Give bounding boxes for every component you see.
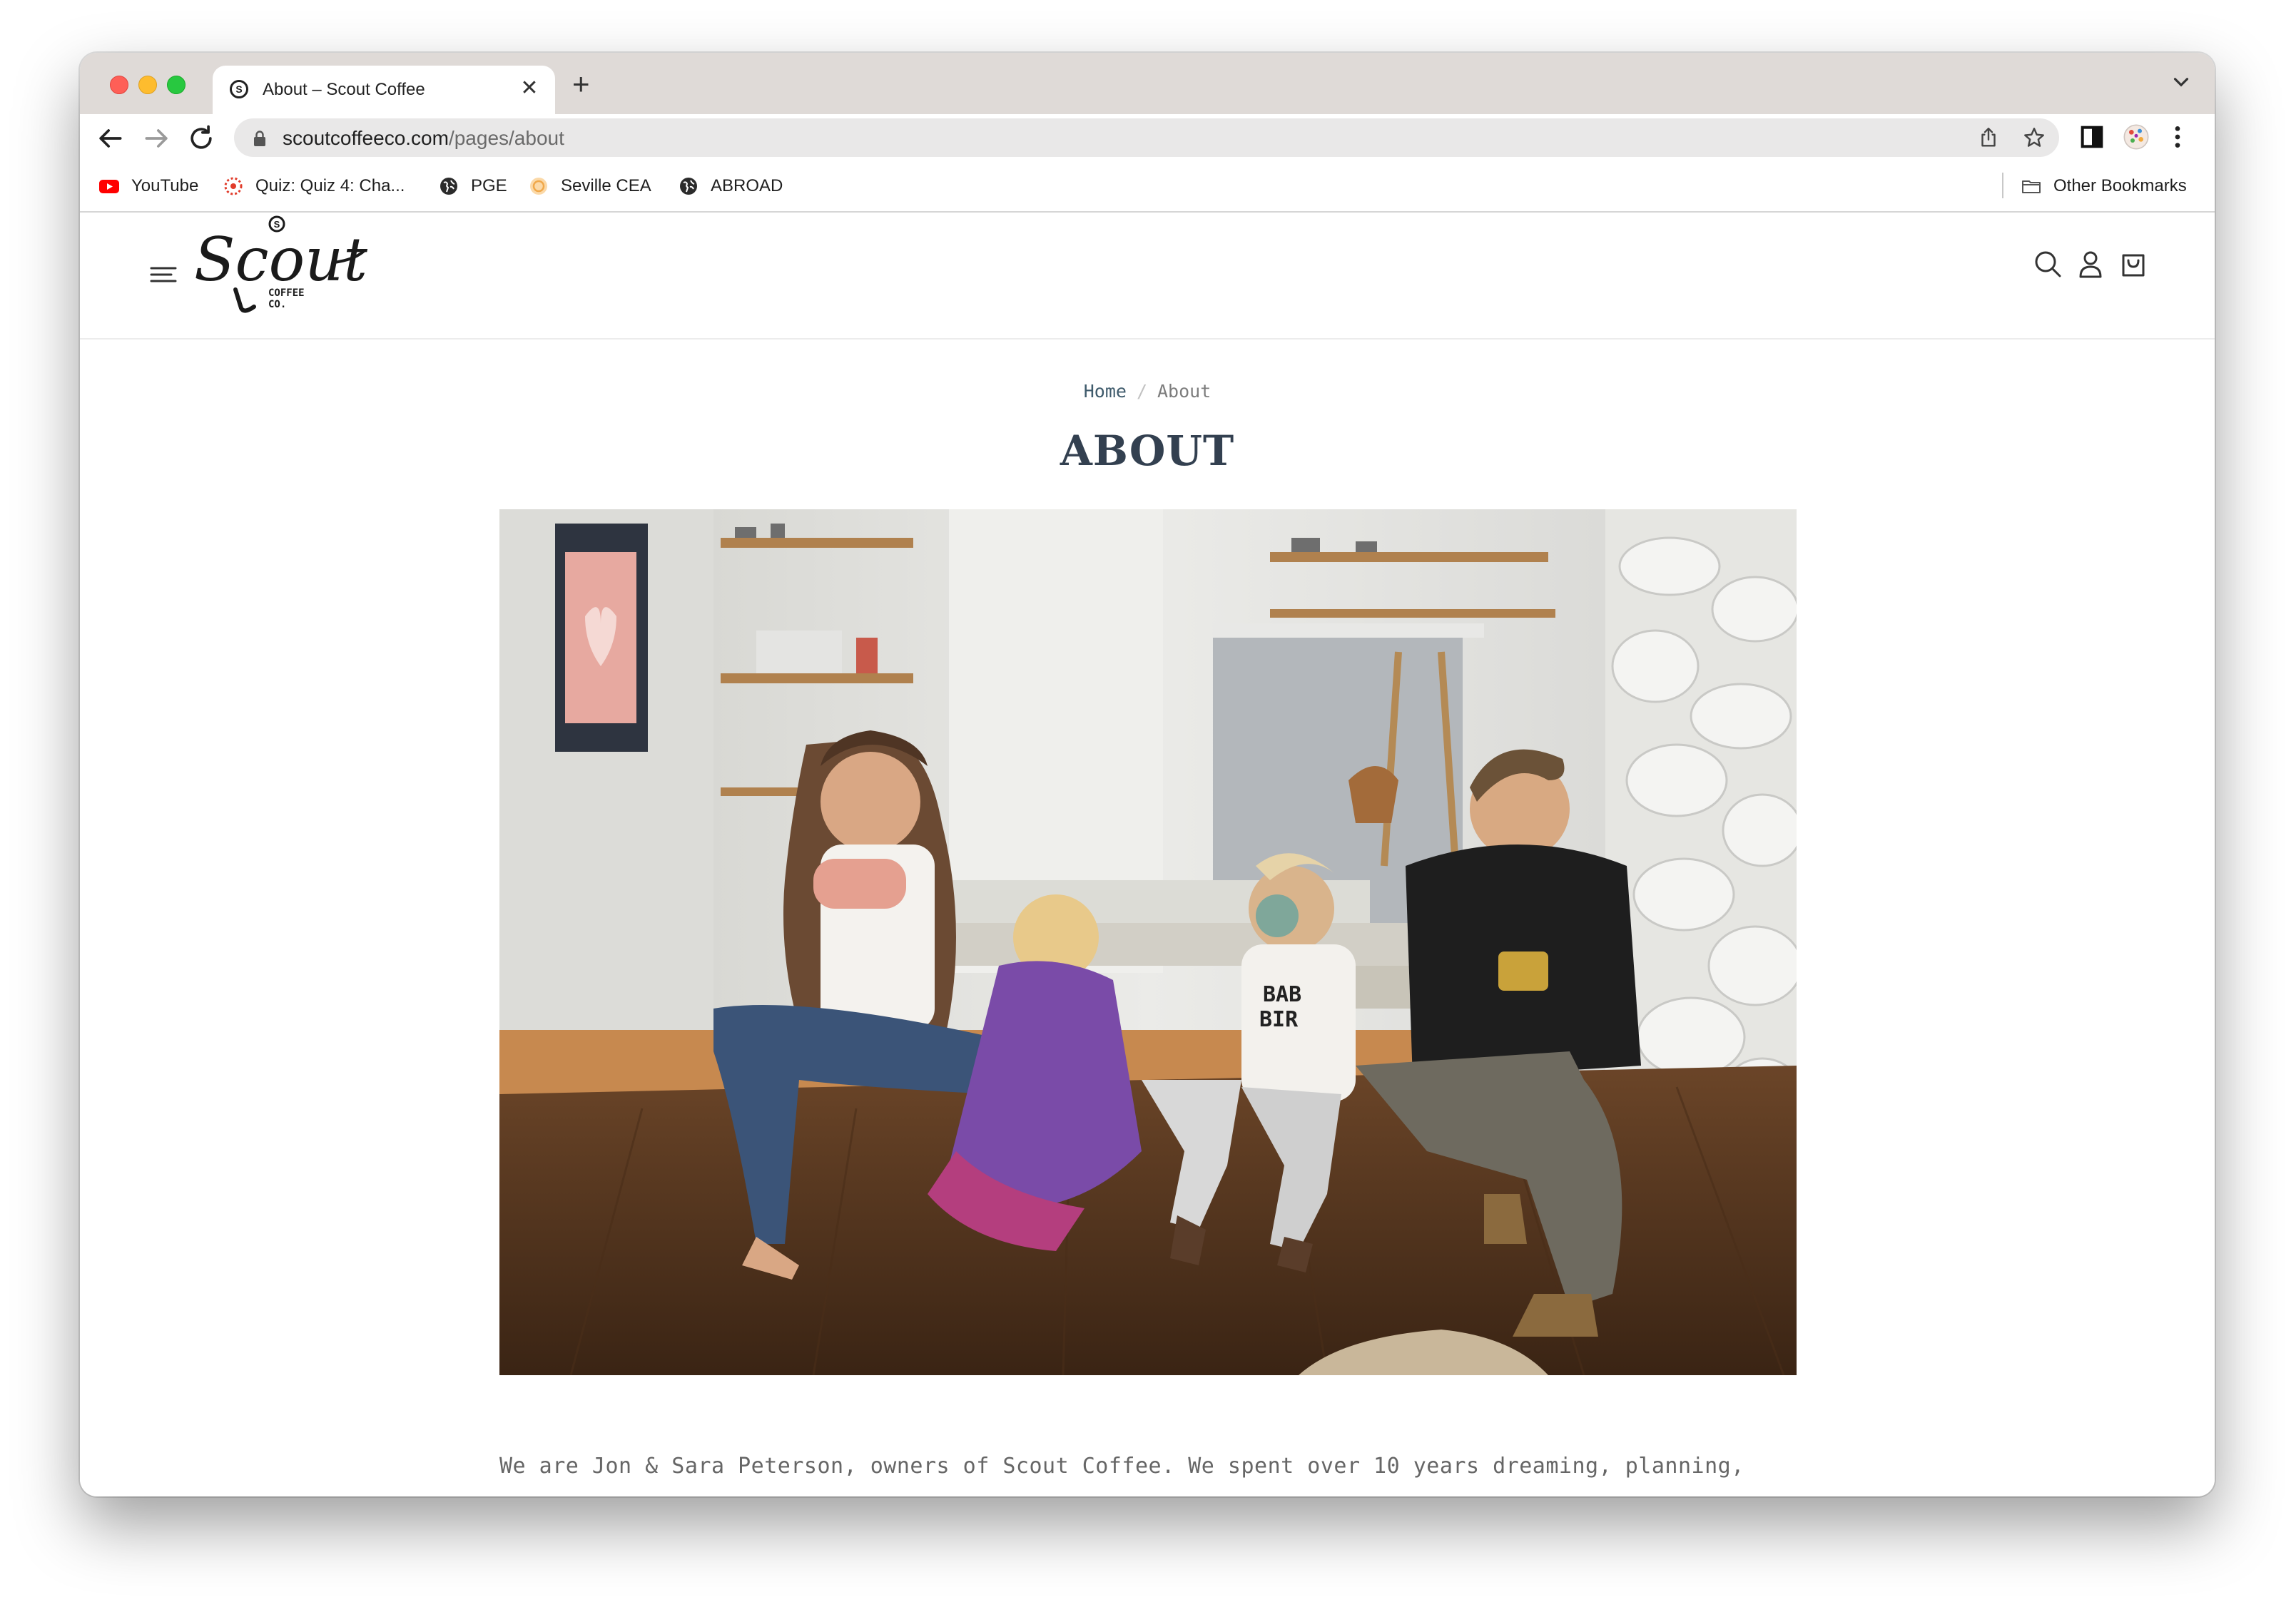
bookmark-label: Seville CEA: [561, 176, 651, 195]
reload-icon[interactable]: [186, 123, 217, 154]
bookmarks-divider: [2002, 173, 2003, 198]
site-header: S Scout COFFEE CO.: [80, 213, 2215, 340]
side-panel-icon[interactable]: [2078, 123, 2106, 151]
kebab-menu-icon[interactable]: [2163, 123, 2192, 151]
cea-icon: [530, 178, 547, 195]
share-icon[interactable]: [1976, 126, 2001, 150]
svg-text:CO.: CO.: [268, 299, 286, 310]
bookmark-pge[interactable]: PGE: [438, 174, 507, 198]
close-window-button[interactable]: [110, 76, 128, 94]
tab-close-icon[interactable]: ✕: [517, 76, 542, 101]
bookmark-star-icon[interactable]: [2022, 126, 2046, 150]
scout-favicon-icon: S: [230, 80, 248, 98]
url-path: /pages/about: [448, 127, 564, 149]
bookmark-label: PGE: [471, 176, 507, 195]
folder-icon: [2022, 180, 2041, 193]
breadcrumb: Home / About: [80, 381, 2215, 402]
lock-icon[interactable]: [253, 130, 267, 147]
svg-text:BAB: BAB: [1263, 982, 1301, 1007]
web-page: S Scout COFFEE CO. Home / About ABOUT BA…: [80, 213, 2215, 1496]
bookmark-youtube[interactable]: YouTube: [98, 174, 198, 198]
bookmarks-bar: YouTube Quiz: Quiz 4: Cha... PGE Seville…: [80, 161, 2215, 213]
bookmark-abroad[interactable]: ABROAD: [678, 174, 783, 198]
cart-bag-icon[interactable]: [2118, 248, 2149, 280]
browser-window: S About – Scout Coffee ✕ + scoutcoffeeco…: [80, 53, 2215, 1496]
youtube-icon: [99, 180, 119, 193]
about-intro-text: We are Jon & Sara Peterson, owners of Sc…: [499, 1454, 1744, 1479]
other-bookmarks-label: Other Bookmarks: [2053, 176, 2187, 195]
canvas-icon: [224, 177, 243, 195]
url-domain: scoutcoffeeco.com: [283, 127, 449, 149]
new-tab-button[interactable]: +: [572, 68, 590, 100]
family-coffee-photo: BAB BIR: [499, 509, 1797, 1375]
scout-coffee-logo[interactable]: S Scout COFFEE CO.: [194, 213, 372, 320]
address-bar[interactable]: scoutcoffeeco.com/pages/about: [234, 118, 2059, 157]
bookmark-label: ABROAD: [711, 176, 783, 195]
forward-arrow-icon[interactable]: [141, 123, 173, 154]
breadcrumb-separator: /: [1136, 381, 1147, 402]
browser-tab-active[interactable]: S About – Scout Coffee ✕: [213, 66, 555, 114]
back-arrow-icon[interactable]: [94, 123, 126, 154]
profile-avatar-icon[interactable]: [2122, 123, 2150, 151]
tab-title: About – Scout Coffee: [263, 80, 425, 99]
page-title: ABOUT: [1060, 427, 1235, 475]
tab-search-chevron-icon[interactable]: [2169, 70, 2193, 94]
svg-text:BIR: BIR: [1259, 1007, 1299, 1032]
bookmark-label: Quiz: Quiz 4: Cha...: [255, 176, 405, 195]
search-icon[interactable]: [2032, 248, 2063, 280]
svg-text:COFFEE: COFFEE: [268, 287, 305, 299]
breadcrumb-home-link[interactable]: Home: [1084, 381, 1127, 402]
hamburger-menu-icon[interactable]: [148, 262, 178, 287]
breadcrumb-current: About: [1157, 381, 1212, 402]
tab-strip: S About – Scout Coffee ✕ +: [80, 53, 2215, 114]
other-bookmarks[interactable]: Other Bookmarks: [2021, 174, 2187, 198]
svg-text:Scout: Scout: [194, 225, 367, 295]
globe-icon: [440, 178, 457, 195]
account-icon[interactable]: [2075, 248, 2106, 280]
bookmark-seville-cea[interactable]: Seville CEA: [528, 174, 651, 198]
zoom-window-button[interactable]: [167, 76, 186, 94]
minimize-window-button[interactable]: [138, 76, 157, 94]
browser-toolbar: scoutcoffeeco.com/pages/about: [80, 114, 2215, 161]
url-text[interactable]: scoutcoffeeco.com/pages/about: [283, 127, 564, 150]
bookmark-quiz[interactable]: Quiz: Quiz 4: Cha...: [223, 174, 405, 198]
bookmark-label: YouTube: [131, 176, 199, 195]
globe-icon: [680, 178, 697, 195]
